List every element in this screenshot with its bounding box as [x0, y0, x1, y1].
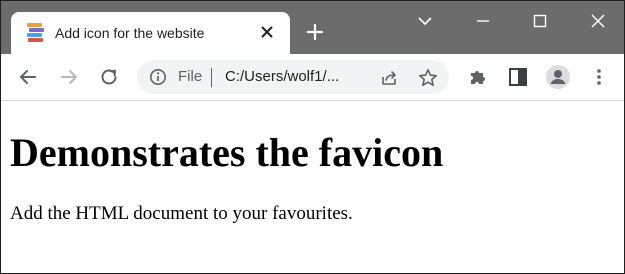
minimize-button[interactable] — [471, 9, 495, 33]
extensions-button[interactable] — [465, 64, 491, 90]
menu-button[interactable] — [586, 64, 612, 90]
reload-button[interactable] — [96, 64, 122, 90]
bookmark-star-icon[interactable] — [417, 67, 439, 89]
close-window-button[interactable] — [586, 9, 610, 33]
profile-button[interactable] — [545, 64, 571, 90]
page-content: Demonstrates the favicon Add the HTML do… — [1, 101, 624, 273]
tab-strip: Add icon for the website — [1, 1, 624, 54]
active-tab[interactable]: Add icon for the website — [11, 12, 290, 54]
share-icon[interactable] — [378, 67, 400, 89]
divider — [211, 68, 212, 87]
reload-icon — [101, 69, 117, 85]
address-bar[interactable]: File C:/Users/wolf1/... — [137, 60, 449, 94]
profile-avatar-icon — [546, 65, 570, 89]
chevron-down-icon — [418, 17, 432, 26]
browser-window: Add icon for the website File C:/Users/w… — [0, 0, 625, 274]
page-paragraph: Add the HTML document to your favourites… — [10, 203, 353, 224]
plus-icon — [306, 23, 324, 41]
stacked-books-icon — [26, 22, 45, 43]
tab-title: Add icon for the website — [55, 25, 205, 41]
new-tab-button[interactable] — [304, 21, 326, 43]
side-panel-icon — [509, 68, 527, 86]
close-tab-icon[interactable] — [259, 24, 275, 40]
close-icon — [591, 14, 605, 28]
extensions-puzzle-icon — [471, 71, 485, 84]
minimize-icon — [477, 20, 489, 22]
kebab-menu-icon — [597, 69, 601, 85]
info-icon[interactable] — [149, 68, 167, 86]
maximize-button[interactable] — [528, 9, 552, 33]
side-panel-button[interactable] — [505, 64, 531, 90]
url-text[interactable]: C:/Users/wolf1/... — [225, 68, 339, 85]
forward-arrow-icon — [61, 70, 77, 84]
page-heading: Demonstrates the favicon — [10, 130, 444, 175]
back-arrow-icon — [20, 70, 36, 84]
forward-button[interactable] — [56, 64, 82, 90]
tab-search-button[interactable] — [413, 9, 437, 33]
maximize-icon — [533, 14, 547, 28]
back-button[interactable] — [15, 64, 41, 90]
toolbar: File C:/Users/wolf1/... — [1, 54, 624, 101]
url-scheme-label: File — [178, 68, 203, 85]
